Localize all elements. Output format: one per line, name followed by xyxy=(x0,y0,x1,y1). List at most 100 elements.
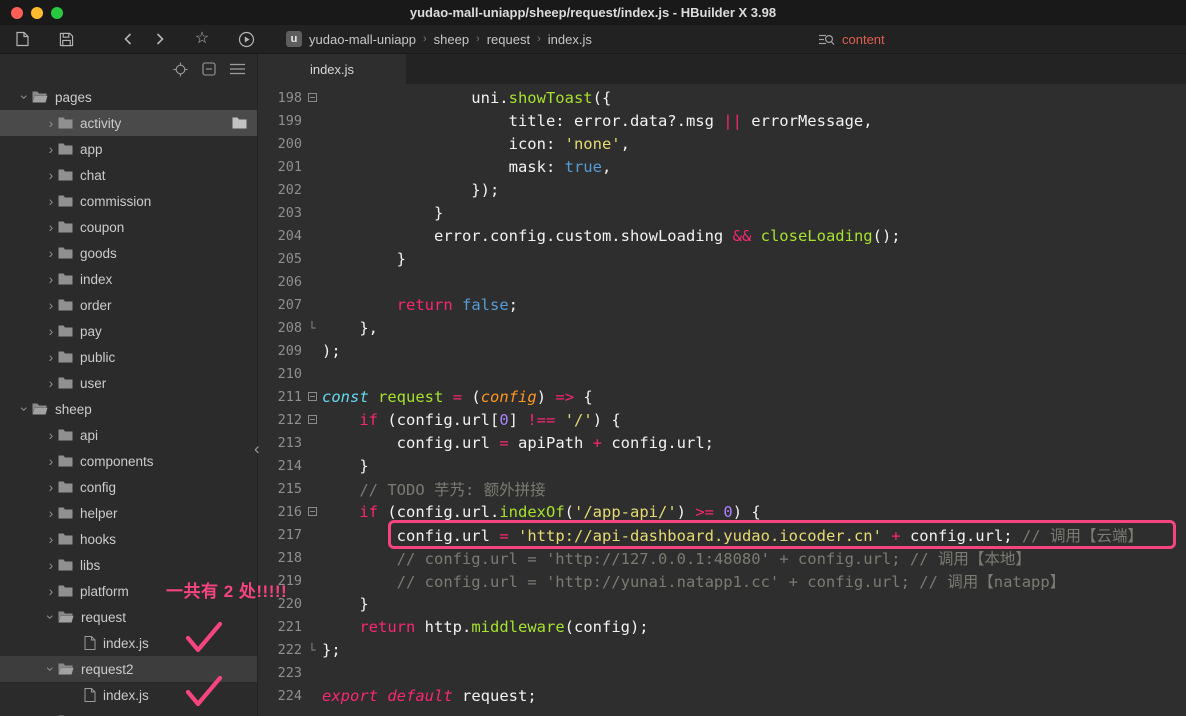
collapse-folders-icon[interactable] xyxy=(202,62,216,76)
tree-folder-platform[interactable]: ›platform xyxy=(0,578,257,604)
tree-folder-sheep[interactable]: ›sheep xyxy=(0,396,257,422)
code-editor[interactable]: 198 uni.showToast({199 title: error.data… xyxy=(258,84,1186,716)
line-number[interactable]: 216 xyxy=(258,504,302,520)
tree-folder-config[interactable]: ›config xyxy=(0,474,257,500)
code-line-218[interactable]: 218 // config.url = 'http://127.0.0.1:48… xyxy=(258,546,1186,569)
line-number[interactable]: 211 xyxy=(258,389,302,405)
code-line-223[interactable]: 223 xyxy=(258,661,1186,684)
chevron-right-icon[interactable]: › xyxy=(44,168,58,182)
breadcrumb-item[interactable]: index.js xyxy=(548,32,592,47)
tree-folder-user[interactable]: ›user xyxy=(0,370,257,396)
line-number[interactable]: 218 xyxy=(258,550,302,566)
chevron-right-icon[interactable]: › xyxy=(44,350,58,364)
code-line-214[interactable]: 214 } xyxy=(258,454,1186,477)
tree-folder-goods[interactable]: ›goods xyxy=(0,240,257,266)
line-number[interactable]: 223 xyxy=(258,665,302,681)
line-number[interactable]: 206 xyxy=(258,274,302,290)
code-line-210[interactable]: 210 xyxy=(258,362,1186,385)
fold-marker-icon[interactable] xyxy=(308,415,317,424)
line-number[interactable]: 210 xyxy=(258,366,302,382)
back-button[interactable] xyxy=(118,29,138,49)
line-number[interactable]: 217 xyxy=(258,527,302,543)
code-line-219[interactable]: 219 // config.url = 'http://yunai.natapp… xyxy=(258,569,1186,592)
favorite-star-button[interactable]: ☆ xyxy=(192,29,212,49)
chevron-right-icon[interactable]: › xyxy=(44,220,58,234)
code-line-205[interactable]: 205 } xyxy=(258,247,1186,270)
code-line-213[interactable]: 213 config.url = apiPath + config.url; xyxy=(258,431,1186,454)
breadcrumb-item[interactable]: sheep xyxy=(434,32,469,47)
tree-folder-coupon[interactable]: ›coupon xyxy=(0,214,257,240)
chevron-right-icon[interactable]: › xyxy=(44,532,58,546)
line-number[interactable]: 205 xyxy=(258,251,302,267)
tree-file-index.js[interactable]: index.js xyxy=(0,630,257,656)
code-line-206[interactable]: 206 xyxy=(258,270,1186,293)
code-line-216[interactable]: 216 if (config.url.indexOf('/app-api/') … xyxy=(258,500,1186,523)
chevron-down-icon[interactable]: › xyxy=(18,402,32,416)
tree-file-index.js[interactable]: index.js xyxy=(0,682,257,708)
line-number[interactable]: 213 xyxy=(258,435,302,451)
forward-button[interactable] xyxy=(150,29,170,49)
code-line-224[interactable]: 224export default request; xyxy=(258,684,1186,707)
sidebar-collapse-handle[interactable]: ‹ xyxy=(254,440,260,457)
code-line-201[interactable]: 201 mask: true, xyxy=(258,155,1186,178)
fold-marker-icon[interactable] xyxy=(308,392,317,401)
chevron-right-icon[interactable]: › xyxy=(44,116,58,130)
search-content-label[interactable]: content xyxy=(842,32,885,47)
line-number[interactable]: 215 xyxy=(258,481,302,497)
tree-folder-chat[interactable]: ›chat xyxy=(0,162,257,188)
menu-icon[interactable] xyxy=(230,63,245,75)
line-number[interactable]: 208 xyxy=(258,320,302,336)
code-line-203[interactable]: 203 } xyxy=(258,201,1186,224)
code-line-217[interactable]: 217 config.url = 'http://api-dashboard.y… xyxy=(258,523,1186,546)
chevron-right-icon[interactable]: › xyxy=(44,506,58,520)
code-line-199[interactable]: 199 title: error.data?.msg || errorMessa… xyxy=(258,109,1186,132)
tree-folder-public[interactable]: ›public xyxy=(0,344,257,370)
line-number[interactable]: 214 xyxy=(258,458,302,474)
line-number[interactable]: 202 xyxy=(258,182,302,198)
search-in-content[interactable]: content xyxy=(818,25,885,53)
chevron-down-icon[interactable]: › xyxy=(44,610,58,624)
chevron-right-icon[interactable]: › xyxy=(44,142,58,156)
chevron-right-icon[interactable]: › xyxy=(44,194,58,208)
tree-folder-app[interactable]: ›app xyxy=(0,136,257,162)
tree-folder-request[interactable]: ›request xyxy=(0,604,257,630)
save-button[interactable] xyxy=(56,29,76,49)
code-line-211[interactable]: 211const request = (config) => { xyxy=(258,385,1186,408)
line-number[interactable]: 200 xyxy=(258,136,302,152)
code-line-198[interactable]: 198 uni.showToast({ xyxy=(258,86,1186,109)
line-number[interactable]: 219 xyxy=(258,573,302,589)
code-line-207[interactable]: 207 return false; xyxy=(258,293,1186,316)
chevron-right-icon[interactable]: › xyxy=(44,298,58,312)
line-number[interactable]: 220 xyxy=(258,596,302,612)
line-number[interactable]: 201 xyxy=(258,159,302,175)
tree-folder-order[interactable]: ›order xyxy=(0,292,257,318)
code-line-221[interactable]: 221 return http.middleware(config); xyxy=(258,615,1186,638)
chevron-right-icon[interactable]: › xyxy=(44,454,58,468)
chevron-right-icon[interactable]: › xyxy=(44,324,58,338)
chevron-down-icon[interactable]: › xyxy=(18,90,32,104)
zoom-window-button[interactable] xyxy=(51,7,63,19)
tree-folder-libs[interactable]: ›libs xyxy=(0,552,257,578)
line-number[interactable]: 222 xyxy=(258,642,302,658)
minimize-window-button[interactable] xyxy=(31,7,43,19)
code-line-220[interactable]: 220 } xyxy=(258,592,1186,615)
tree-folder-hooks[interactable]: ›hooks xyxy=(0,526,257,552)
breadcrumb-item[interactable]: request xyxy=(487,32,530,47)
close-window-button[interactable] xyxy=(11,7,23,19)
chevron-right-icon[interactable]: › xyxy=(44,480,58,494)
tree-folder-components[interactable]: ›components xyxy=(0,448,257,474)
tree-folder-commission[interactable]: ›commission xyxy=(0,188,257,214)
tree-folder-api[interactable]: ›api xyxy=(0,422,257,448)
fold-marker-icon[interactable] xyxy=(308,93,317,102)
chevron-right-icon[interactable]: › xyxy=(44,428,58,442)
code-line-212[interactable]: 212 if (config.url[0] !== '/') { xyxy=(258,408,1186,431)
code-line-208[interactable]: 208└ }, xyxy=(258,316,1186,339)
tree-folder-router[interactable]: ›router xyxy=(0,708,257,716)
line-number[interactable]: 204 xyxy=(258,228,302,244)
code-line-200[interactable]: 200 icon: 'none', xyxy=(258,132,1186,155)
line-number[interactable]: 212 xyxy=(258,412,302,428)
line-number[interactable]: 224 xyxy=(258,688,302,704)
chevron-right-icon[interactable]: › xyxy=(44,272,58,286)
run-button[interactable] xyxy=(236,29,256,49)
chevron-right-icon[interactable]: › xyxy=(44,376,58,390)
